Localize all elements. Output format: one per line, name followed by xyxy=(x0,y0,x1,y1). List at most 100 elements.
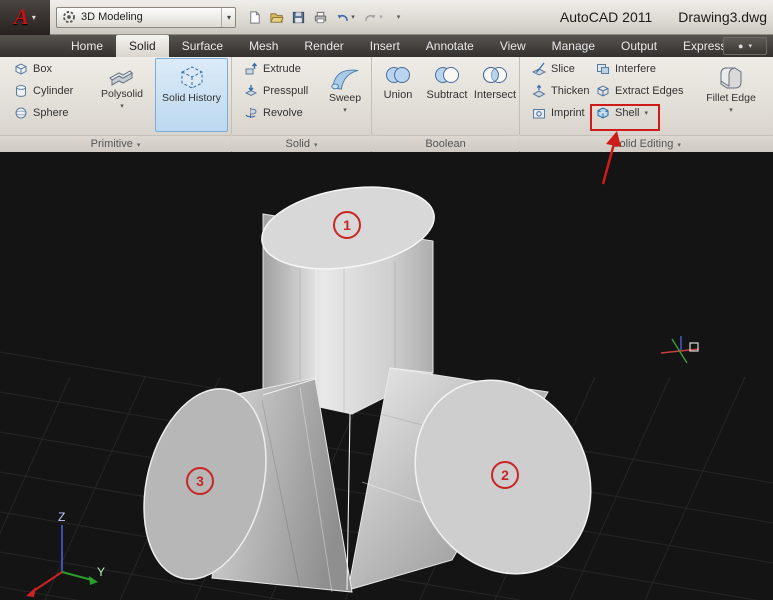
save-button[interactable] xyxy=(288,6,308,28)
shell-icon xyxy=(597,107,609,119)
thicken-icon xyxy=(532,84,546,98)
callout-2: 2 xyxy=(501,467,509,483)
ucs-y-label: Y xyxy=(97,565,105,579)
fillet-edge-icon xyxy=(720,67,742,89)
cylinder-icon xyxy=(16,85,26,97)
cylinder-right[interactable] xyxy=(347,349,624,600)
panel-primitive: Box Cylinder Sphere Polysolid ▾ Solid Hi… xyxy=(0,57,232,152)
extract-edges-button[interactable]: Extract Edges xyxy=(592,81,686,101)
extrude-button[interactable]: Extrude xyxy=(240,59,311,79)
tab-mesh[interactable]: Mesh xyxy=(236,35,291,57)
union-icon xyxy=(386,67,410,83)
union-label: Union xyxy=(383,89,413,101)
callout-1: 1 xyxy=(343,217,351,233)
panel-label-solid-editing[interactable]: Solid Editing ▾ xyxy=(520,135,773,152)
panel-solid-editing: Slice Thicken Imprint Interfere Extract … xyxy=(520,57,773,152)
ribbon-state-icon: ● xyxy=(738,40,744,51)
plot-button[interactable] xyxy=(310,6,330,28)
panel-label-primitive[interactable]: Primitive ▾ xyxy=(0,135,231,152)
ribbon-minimize-control[interactable]: ● ▾ xyxy=(723,37,767,55)
new-drawing-button[interactable] xyxy=(244,6,264,28)
shell-label: Shell xyxy=(615,107,640,119)
ribbon: Box Cylinder Sphere Polysolid ▾ Solid Hi… xyxy=(0,57,773,152)
cylinder-label: Cylinder xyxy=(33,85,74,97)
fillet-edge-chevron-icon[interactable]: ▾ xyxy=(729,105,733,117)
qat-menu-button[interactable]: ▾ xyxy=(388,6,408,28)
viewport-canvas[interactable]: 1 2 3 Z Y xyxy=(0,152,773,600)
solid-model[interactable] xyxy=(125,176,624,600)
box-button[interactable]: Box xyxy=(10,59,76,79)
sweep-label: Sweep xyxy=(328,92,362,104)
solid-history-button[interactable]: Solid History xyxy=(155,58,228,132)
app-menu-chevron-icon: ▾ xyxy=(31,12,36,22)
imprint-button[interactable]: Imprint xyxy=(528,103,593,123)
tab-output[interactable]: Output xyxy=(608,35,670,57)
panel-label-boolean[interactable]: Boolean xyxy=(372,135,519,152)
intersect-label: Intersect xyxy=(473,89,517,101)
primitive-label-text: Primitive xyxy=(90,138,133,150)
revolve-button[interactable]: Revolve xyxy=(240,103,311,123)
polysolid-button[interactable]: Polysolid ▾ xyxy=(94,59,150,113)
solid-label-text: Solid xyxy=(285,138,310,150)
open-folder-icon xyxy=(269,12,284,23)
app-menu-button[interactable]: A ▾ xyxy=(0,0,50,35)
qat-menu-chevron-icon: ▾ xyxy=(396,14,401,21)
open-button[interactable] xyxy=(266,6,286,28)
slice-button[interactable]: Slice xyxy=(528,59,593,79)
solid-history-icon xyxy=(181,66,202,89)
box-icon xyxy=(15,63,27,75)
sphere-icon xyxy=(15,107,27,119)
presspull-icon xyxy=(244,85,258,97)
tab-surface[interactable]: Surface xyxy=(169,35,236,57)
sphere-label: Sphere xyxy=(33,107,69,119)
tab-annotate[interactable]: Annotate xyxy=(413,35,487,57)
extrude-label: Extrude xyxy=(263,63,301,75)
interfere-icon xyxy=(597,64,609,74)
workspace-selector[interactable]: 3D Modeling ▾ xyxy=(56,6,236,28)
printer-icon xyxy=(314,11,326,23)
polysolid-chevron-icon[interactable]: ▾ xyxy=(120,101,124,113)
undo-chevron-icon[interactable]: ▾ xyxy=(351,13,355,21)
drawing-viewport[interactable]: 1 2 3 Z Y xyxy=(0,152,773,600)
fillet-edge-button[interactable]: Fillet Edge ▾ xyxy=(702,59,760,117)
redo-icon xyxy=(365,14,376,21)
union-button[interactable]: Union xyxy=(376,59,420,101)
fillet-edge-label: Fillet Edge xyxy=(706,92,756,104)
quick-access-toolbar: ▾ ▾ ▾ xyxy=(244,6,408,28)
intersect-button[interactable]: Intersect xyxy=(472,59,518,101)
extrude-icon xyxy=(245,62,258,75)
shell-button[interactable]: Shell ▾ xyxy=(592,103,686,123)
tab-render[interactable]: Render xyxy=(291,35,356,57)
cylinder-button[interactable]: Cylinder xyxy=(10,81,76,101)
redo-chevron-icon[interactable]: ▾ xyxy=(379,13,383,21)
tab-view[interactable]: View xyxy=(487,35,539,57)
cylinder-left[interactable] xyxy=(125,376,353,593)
intersect-icon xyxy=(483,67,507,83)
save-floppy-icon xyxy=(292,11,304,23)
sweep-button[interactable]: Sweep ▾ xyxy=(322,59,368,117)
workspace-chevron-icon[interactable]: ▾ xyxy=(220,7,231,27)
ucs-z-label: Z xyxy=(58,510,65,524)
panel-label-solid[interactable]: Solid ▾ xyxy=(232,135,371,152)
tab-home[interactable]: Home xyxy=(58,35,116,57)
imprint-icon xyxy=(533,109,545,119)
interfere-button[interactable]: Interfere xyxy=(592,59,686,79)
solid-editing-slideout-chevron-icon: ▾ xyxy=(677,142,681,149)
polysolid-label: Polysolid xyxy=(100,88,144,100)
undo-button[interactable]: ▾ xyxy=(332,6,358,28)
presspull-button[interactable]: Presspull xyxy=(240,81,311,101)
primitive-slideout-chevron-icon: ▾ xyxy=(136,142,141,149)
solid-history-label: Solid History xyxy=(162,92,221,104)
subtract-button[interactable]: Subtract xyxy=(422,59,472,101)
thicken-button[interactable]: Thicken xyxy=(528,81,593,101)
imprint-label: Imprint xyxy=(551,107,585,119)
slice-label: Slice xyxy=(551,63,575,75)
tab-insert[interactable]: Insert xyxy=(357,35,413,57)
tab-manage[interactable]: Manage xyxy=(539,35,608,57)
shell-chevron-icon[interactable]: ▾ xyxy=(644,109,648,117)
autocad-logo: A xyxy=(14,4,29,29)
tab-solid[interactable]: Solid xyxy=(116,35,169,57)
redo-button[interactable]: ▾ xyxy=(360,6,386,28)
sphere-button[interactable]: Sphere xyxy=(10,103,76,123)
sweep-chevron-icon[interactable]: ▾ xyxy=(343,105,347,117)
